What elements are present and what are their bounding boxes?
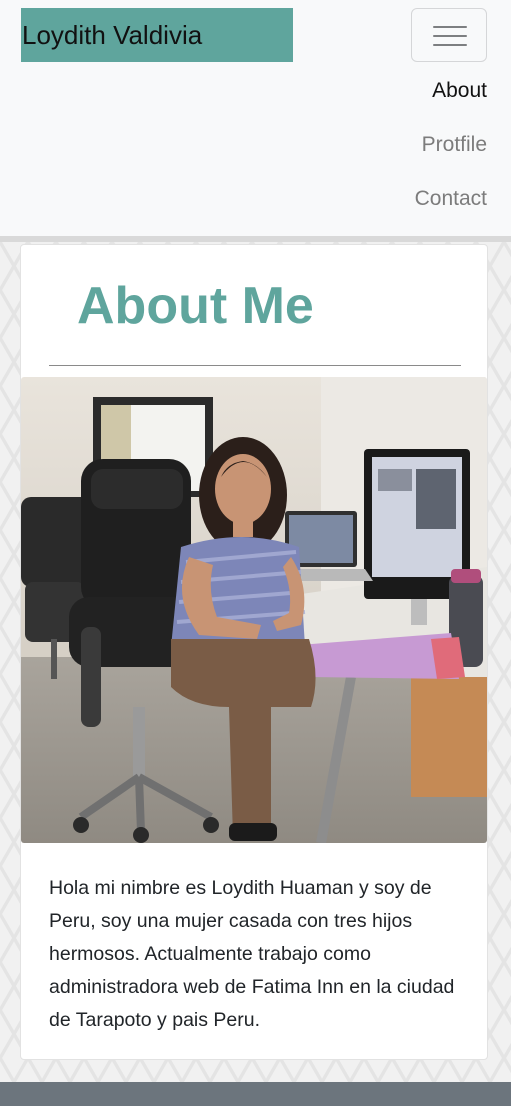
brand-link[interactable]: Loydith Valdivia	[21, 8, 293, 62]
title-divider	[49, 365, 461, 366]
nav-links: About Protfile Contact	[415, 64, 487, 226]
about-bio: Hola mi nimbre es Loydith Huaman y soy d…	[49, 877, 455, 1031]
navbar: Loydith Valdivia About Protfile Contact	[0, 0, 511, 236]
navbar-toggler-button[interactable]	[411, 8, 487, 62]
nav-link-protfile[interactable]: Protfile	[415, 118, 487, 172]
nav-link-about[interactable]: About	[415, 64, 487, 118]
footer-bar	[0, 1082, 511, 1106]
profile-photo	[21, 377, 487, 843]
about-card: About Me Hola mi nimbre es Loydith Huama…	[20, 244, 488, 1060]
nav-link-contact[interactable]: Contact	[415, 172, 487, 226]
about-title: About Me	[77, 277, 314, 335]
